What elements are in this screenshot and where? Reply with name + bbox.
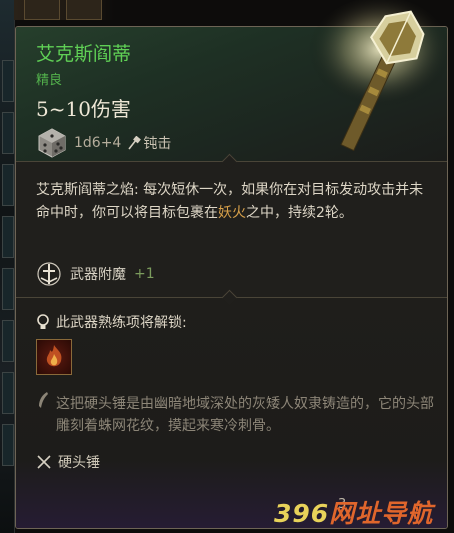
item-lore: 这把硬头锤是由幽暗地域深处的灰矮人奴隶铸造的，它的头部雕刻着蛛网花纹，摸起来寒冷… xyxy=(56,396,434,434)
item-description: 艾克斯阎蒂之焰: 每次短休一次，如果你在对目标发动攻击并未命中时，你可以将目标包… xyxy=(36,179,431,225)
weapon-type-label: 硬头锤 xyxy=(58,455,100,471)
d6-die-icon xyxy=(38,128,66,158)
weapon-enchant-icon xyxy=(37,262,61,286)
mace-icon xyxy=(128,136,142,150)
inventory-slot[interactable] xyxy=(2,320,14,362)
fire-action-icon xyxy=(46,345,62,367)
item-name: 艾克斯阎蒂 xyxy=(36,43,132,65)
weapon-type-row: 硬头锤 xyxy=(36,452,100,472)
mace-item-image xyxy=(308,0,452,152)
inventory-slot[interactable] xyxy=(2,216,14,258)
inventory-strip xyxy=(0,0,15,533)
feature-name: 艾克斯阎蒂之焰: xyxy=(36,182,139,198)
watermark-number: 396 xyxy=(274,499,330,528)
item-damage: 5~10伤害 xyxy=(36,97,131,121)
damage-dice: 1d6+4 xyxy=(74,135,122,151)
inventory-top-row xyxy=(14,0,114,20)
inventory-slot[interactable] xyxy=(66,0,102,20)
inventory-slot[interactable] xyxy=(2,268,14,310)
damage-type-label: 钝击 xyxy=(143,136,172,152)
proficiency-row: 此武器熟练项将解锁: xyxy=(36,312,187,332)
site-watermark: 396网址导航 xyxy=(274,494,433,530)
item-rarity: 精良 xyxy=(36,73,63,88)
inventory-slot[interactable] xyxy=(2,164,14,206)
watermark-text: 网址导航 xyxy=(329,499,434,528)
inventory-slot[interactable] xyxy=(2,60,14,102)
inventory-slot[interactable] xyxy=(2,424,14,466)
proficiency-action-slot[interactable] xyxy=(36,339,72,375)
lightbulb-icon xyxy=(37,314,49,329)
quill-icon xyxy=(39,392,48,408)
feature-text-2: 之中，持续2轮。 xyxy=(246,205,353,221)
proficiency-label: 此武器熟练项将解锁: xyxy=(56,315,187,331)
crossed-weapons-icon xyxy=(37,455,51,469)
inventory-slot[interactable] xyxy=(24,0,60,20)
enchantment-label: 武器附魔 xyxy=(70,267,126,283)
damage-type: 钝击 xyxy=(127,133,171,153)
enchantment-row: 武器附魔 +1 xyxy=(36,260,155,288)
inventory-slot[interactable] xyxy=(2,112,14,154)
damage-dice-row: 1d6+4 钝击 xyxy=(36,126,171,160)
faerie-fire-keyword[interactable]: 妖火 xyxy=(218,205,246,221)
enchantment-value: +1 xyxy=(134,266,155,282)
inventory-slot[interactable] xyxy=(2,372,14,414)
